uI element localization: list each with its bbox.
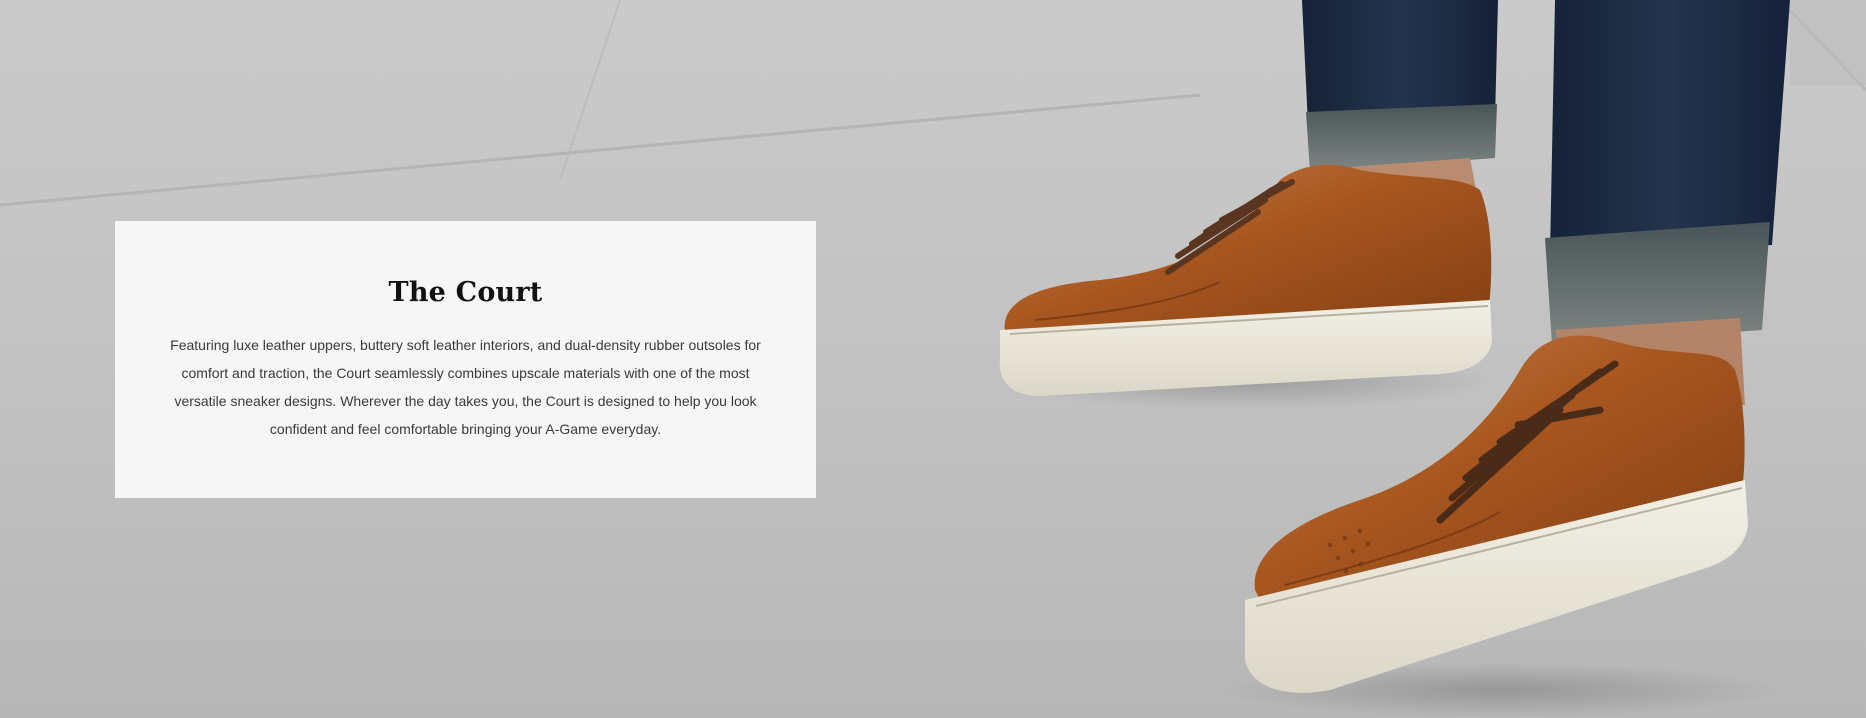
product-story-card: The Court Featuring luxe leather uppers,…: [115, 221, 816, 498]
card-title: The Court: [388, 277, 543, 308]
card-description: Featuring luxe leather uppers, buttery s…: [170, 337, 761, 437]
hero-banner: The Court Featuring luxe leather uppers,…: [0, 0, 1866, 718]
